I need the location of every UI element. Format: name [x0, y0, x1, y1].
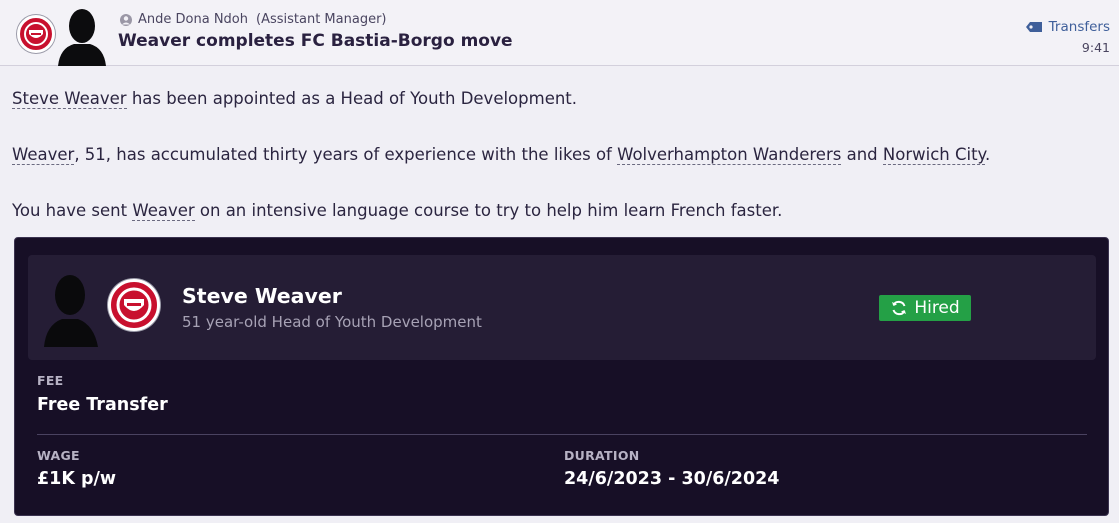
- staff-name[interactable]: Steve Weaver: [182, 284, 342, 308]
- wage-value: £1K p/w: [37, 469, 117, 489]
- paragraph-text: on an intensive language course to try t…: [194, 201, 783, 220]
- club-link[interactable]: Norwich City: [882, 145, 985, 165]
- message-paragraph-2: Weaver, 51, has accumulated thirty years…: [12, 145, 991, 165]
- refresh-icon: [892, 300, 907, 316]
- sender-role: (Assistant Manager): [256, 12, 387, 27]
- transfer-tag-icon: [1025, 22, 1042, 32]
- staff-silhouette-icon[interactable]: [54, 4, 110, 66]
- paragraph-text: has been appointed as a Head of Youth De…: [126, 89, 578, 108]
- message-time: 9:41: [1081, 40, 1110, 55]
- paragraph-text: .: [984, 145, 991, 164]
- category-label: Transfers: [1048, 19, 1110, 35]
- card-profile: Steve Weaver 51 year-old Head of Youth D…: [28, 255, 1096, 360]
- club-link[interactable]: Wolverhampton Wanderers: [617, 145, 842, 165]
- divider: [37, 434, 1087, 435]
- message-paragraph-1: Steve Weaver has been appointed as a Hea…: [12, 89, 578, 109]
- person-link[interactable]: Weaver: [12, 145, 75, 165]
- message-header: Ande Dona Ndoh (Assistant Manager) Weave…: [0, 0, 1119, 66]
- person-link[interactable]: Weaver: [132, 201, 195, 221]
- status-label: Hired: [914, 298, 960, 318]
- page-title: Weaver completes FC Bastia-Borgo move: [118, 31, 513, 51]
- person-link[interactable]: Steve Weaver: [12, 89, 127, 109]
- message-paragraph-3: You have sent Weaver on an intensive lan…: [12, 201, 783, 221]
- paragraph-text: and: [841, 145, 883, 164]
- transfer-card: Steve Weaver 51 year-old Head of Youth D…: [14, 237, 1109, 516]
- club-crest-icon[interactable]: [108, 279, 160, 331]
- staff-silhouette-icon[interactable]: [40, 269, 104, 347]
- person-icon: [120, 13, 132, 26]
- category-link[interactable]: Transfers: [1025, 19, 1110, 35]
- duration-value: 24/6/2023 - 30/6/2024: [564, 469, 780, 489]
- fee-label: FEE: [37, 373, 64, 388]
- club-crest-icon[interactable]: [17, 15, 55, 53]
- sender-name[interactable]: Ande Dona Ndoh: [138, 12, 248, 27]
- paragraph-text: , 51, has accumulated thirty years of ex…: [74, 145, 618, 164]
- wage-label: WAGE: [37, 448, 80, 463]
- paragraph-text: You have sent: [12, 201, 133, 220]
- staff-subtitle: 51 year-old Head of Youth Development: [182, 313, 482, 331]
- duration-label: DURATION: [564, 448, 640, 463]
- status-badge: Hired: [879, 295, 971, 321]
- fee-value: Free Transfer: [37, 395, 168, 415]
- sender-line: Ande Dona Ndoh (Assistant Manager): [120, 12, 386, 27]
